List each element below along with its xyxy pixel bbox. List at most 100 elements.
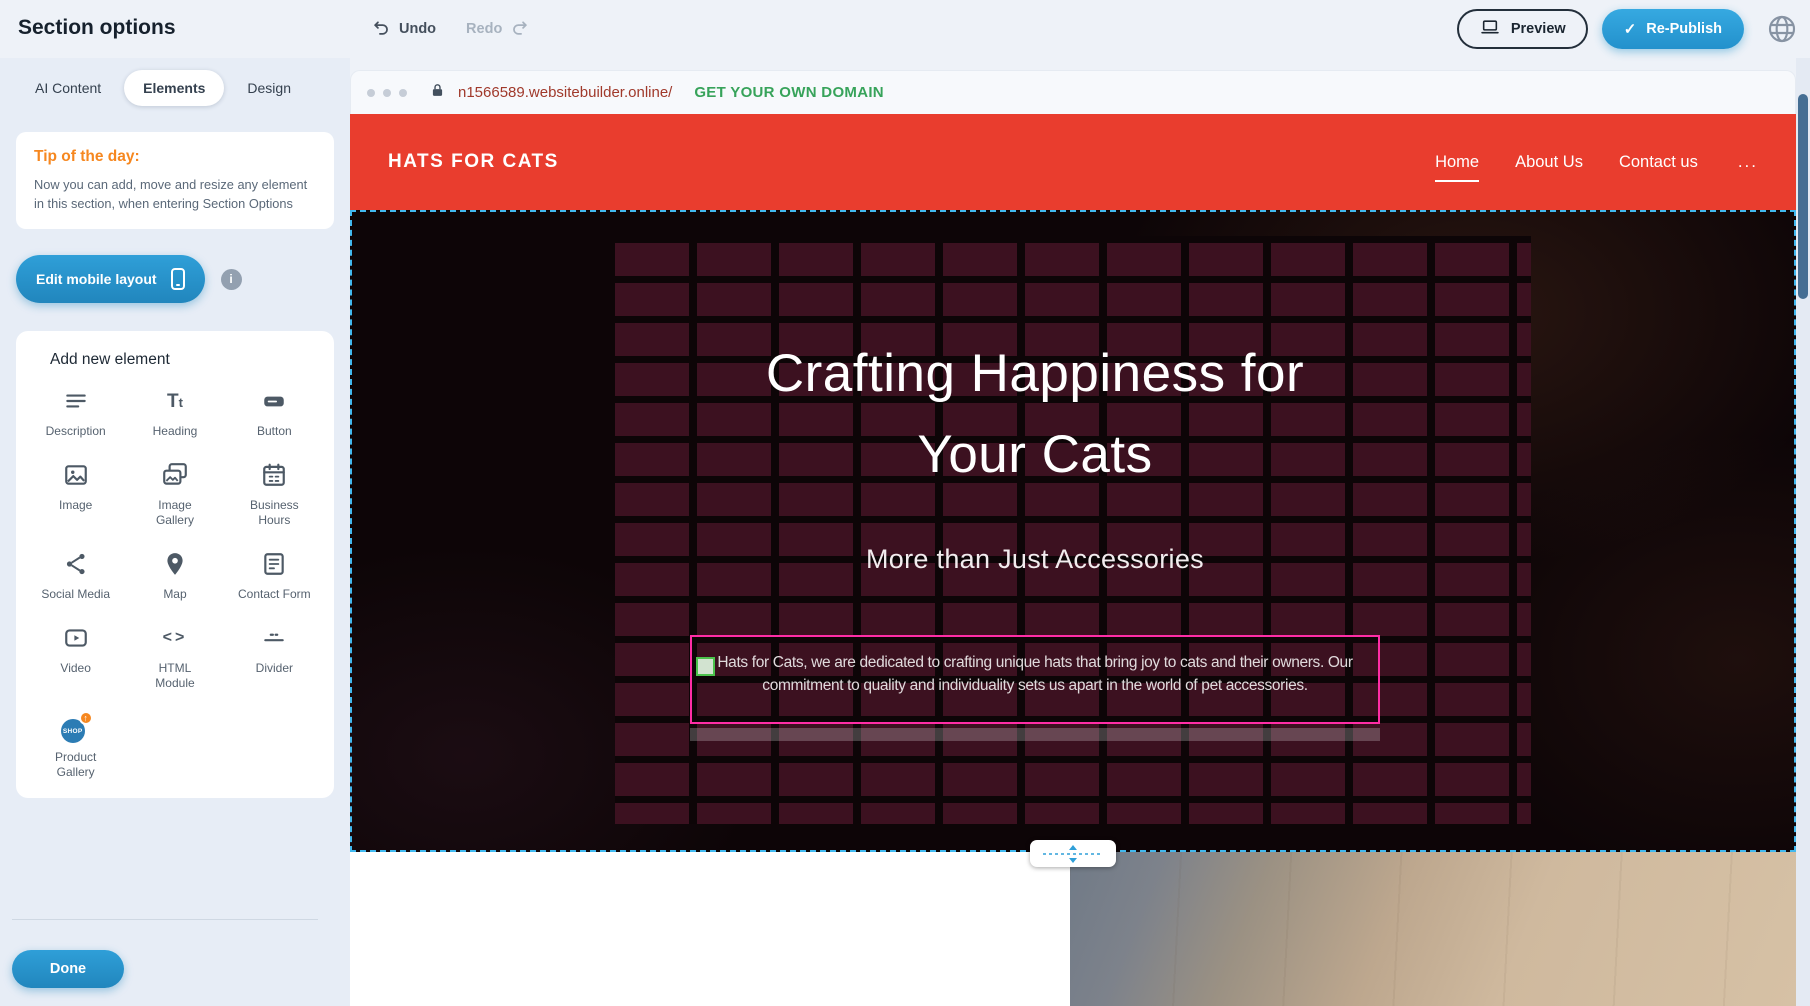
image-icon [63, 459, 89, 491]
info-button[interactable]: i [221, 269, 242, 290]
site-header: HATS FOR CATS Home About Us Contact us .… [350, 114, 1796, 210]
undo-label: Undo [399, 21, 436, 37]
element-label: Business Hours [237, 498, 311, 528]
element-image-gallery[interactable]: Image Gallery [125, 459, 224, 528]
undo-icon [372, 18, 391, 41]
element-label: Button [257, 424, 292, 439]
republish-button[interactable]: ✓ Re-Publish [1602, 9, 1744, 49]
browser-chrome-bar: n1566589.websitebuilder.online/ GET YOUR… [350, 70, 1796, 114]
element-map[interactable]: Map [125, 548, 224, 602]
hero-highlight-bar [690, 728, 1380, 741]
element-product-gallery[interactable]: SHOP ↑ Product Gallery [26, 711, 125, 780]
phone-icon [171, 268, 185, 290]
done-button[interactable]: Done [12, 950, 124, 988]
editor-canvas: n1566589.websitebuilder.online/ GET YOUR… [350, 58, 1810, 1006]
contact-form-icon [261, 548, 287, 580]
hero-subheading[interactable]: More than Just Accessories [350, 544, 1720, 575]
get-your-own-domain-link[interactable]: GET YOUR OWN DOMAIN [694, 84, 884, 101]
tab-design[interactable]: Design [228, 70, 310, 106]
tab-elements[interactable]: Elements [124, 70, 224, 106]
element-resize-handle[interactable] [696, 657, 715, 676]
topbar: Section options Undo Redo [0, 0, 1810, 58]
topbar-actions: Preview ✓ Re-Publish [1457, 9, 1744, 49]
republish-label: Re-Publish [1646, 21, 1722, 37]
element-image[interactable]: Image [26, 459, 125, 528]
hero-section[interactable]: Crafting Happiness for Your Cats More th… [350, 210, 1796, 852]
element-button[interactable]: Button [225, 385, 324, 439]
description-icon [63, 385, 89, 417]
element-social-media[interactable]: Social Media [26, 548, 125, 602]
undo-button[interactable]: Undo [372, 18, 436, 41]
divider-icon [261, 622, 287, 654]
page-title: Section options [18, 16, 176, 40]
next-section [350, 852, 1796, 1006]
tip-title: Tip of the day: [34, 148, 316, 166]
pavement-photo[interactable] [1070, 852, 1796, 1006]
product-gallery-icon: SHOP ↑ [59, 711, 93, 743]
element-heading[interactable]: Tt Heading [125, 385, 224, 439]
element-label: Map [163, 587, 186, 602]
element-label: Product Gallery [39, 750, 113, 780]
element-label: Image Gallery [138, 498, 212, 528]
tip-of-the-day-card: Tip of the day: Now you can add, move an… [16, 132, 334, 229]
check-icon: ✓ [1624, 20, 1637, 38]
window-dot [367, 89, 375, 97]
element-label: HTML Module [138, 661, 212, 691]
redo-button[interactable]: Redo [466, 18, 529, 41]
element-html-module[interactable]: <> HTML Module [125, 622, 224, 691]
nav-contact-us[interactable]: Contact us [1619, 153, 1698, 172]
nav-home[interactable]: Home [1435, 153, 1479, 182]
scrollbar-track[interactable] [1796, 58, 1810, 1006]
edit-mobile-layout-button[interactable]: Edit mobile layout [16, 255, 205, 303]
hero-heading[interactable]: Crafting Happiness for Your Cats [350, 334, 1720, 495]
element-contact-form[interactable]: Contact Form [225, 548, 324, 602]
element-label: Contact Form [238, 587, 311, 602]
element-description[interactable]: Description [26, 385, 125, 439]
site-preview: HATS FOR CATS Home About Us Contact us .… [350, 114, 1796, 1006]
html-module-icon: <> [163, 622, 188, 654]
image-gallery-icon [161, 459, 189, 491]
element-label: Divider [256, 661, 293, 676]
button-icon [260, 385, 288, 417]
element-video[interactable]: Video [26, 622, 125, 691]
element-label: Description [46, 424, 106, 439]
nav-about-us[interactable]: About Us [1515, 153, 1583, 172]
scrollbar-thumb[interactable] [1798, 94, 1808, 299]
language-globe-button[interactable] [1766, 13, 1798, 45]
redo-icon [510, 18, 529, 41]
nav-more-button[interactable]: ... [1738, 152, 1758, 172]
history-controls: Undo Redo [372, 0, 529, 58]
element-divider[interactable]: Divider [225, 622, 324, 691]
mobile-layout-row: Edit mobile layout i [16, 255, 334, 303]
element-business-hours[interactable]: Business Hours [225, 459, 324, 528]
section-resize-handle[interactable] [1030, 840, 1116, 867]
social-media-icon [63, 548, 89, 580]
monitor-icon [1479, 18, 1501, 41]
site-nav: Home About Us Contact us ... [1435, 152, 1758, 172]
window-dot [383, 89, 391, 97]
preview-button[interactable]: Preview [1457, 9, 1588, 49]
hero-paragraph[interactable]: Hats for Cats, we are dedicated to craft… [698, 651, 1372, 698]
tip-body: Now you can add, move and resize any ele… [34, 175, 316, 213]
panel-divider [12, 919, 318, 920]
element-label: Heading [153, 424, 198, 439]
business-hours-icon [261, 459, 287, 491]
add-element-title: Add new element [50, 351, 324, 369]
redo-label: Redo [466, 21, 502, 37]
paragraph-selection-box: Hats for Cats, we are dedicated to craft… [690, 635, 1380, 724]
site-logo[interactable]: HATS FOR CATS [388, 151, 559, 173]
info-icon: i [229, 272, 232, 286]
element-label: Image [59, 498, 92, 513]
tab-ai-content[interactable]: AI Content [16, 70, 120, 106]
video-icon [63, 622, 89, 654]
window-dot [399, 89, 407, 97]
element-label: Social Media [41, 587, 110, 602]
section-options-panel: AI Content Elements Design Tip of the da… [0, 58, 350, 1006]
window-dots [367, 89, 407, 97]
hero-content: Crafting Happiness for Your Cats More th… [350, 210, 1720, 852]
panel-tabs: AI Content Elements Design [16, 70, 334, 106]
add-element-card: Add new element Description Tt Heading B… [16, 331, 334, 798]
element-grid: Description Tt Heading Button Image [26, 385, 324, 780]
site-url[interactable]: n1566589.websitebuilder.online/ [458, 84, 672, 101]
heading-icon: Tt [167, 385, 183, 417]
